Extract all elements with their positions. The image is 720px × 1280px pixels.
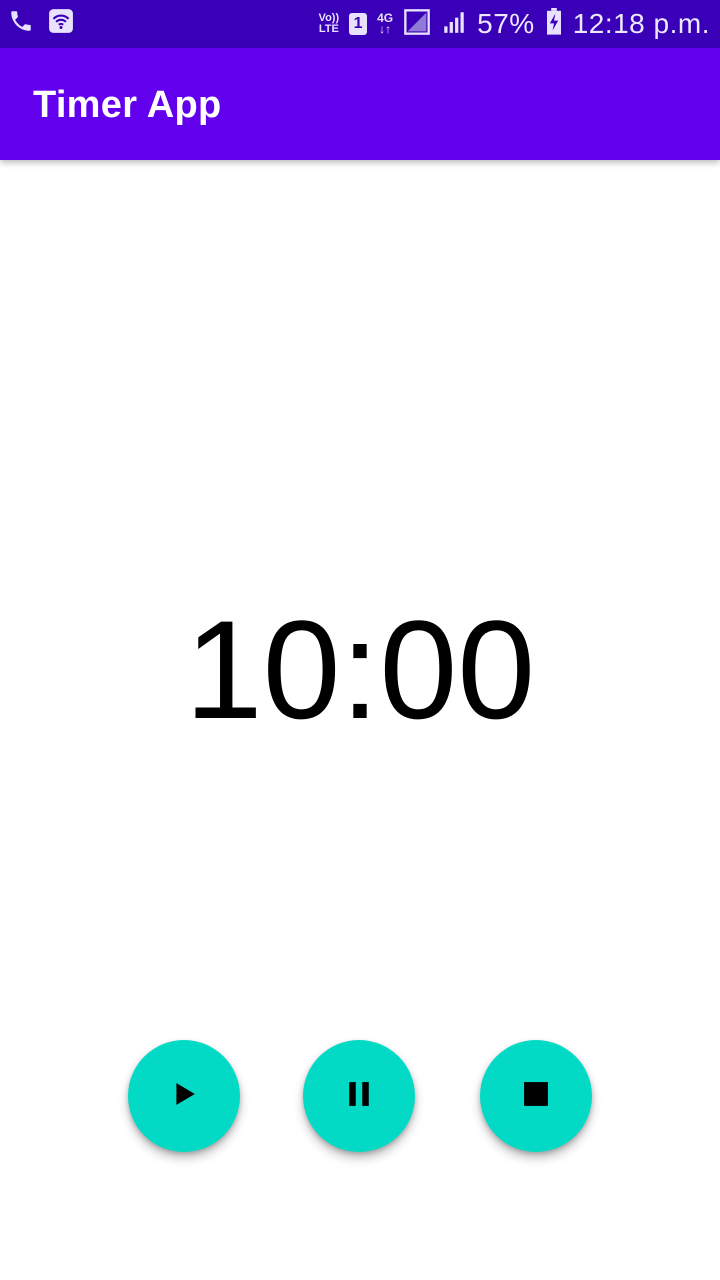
app-title: Timer App [33,84,222,126]
network-4g-icon: 4G ↓↑ [377,11,394,36]
signal-icon [441,9,467,40]
status-time: 12:18 p.m. [572,8,710,39]
status-bar-right: Vo)) LTE 1 4G ↓↑ 57% 12:18 p.m. [319,0,710,48]
play-icon [171,1081,197,1112]
stop-button[interactable] [480,1040,592,1152]
battery-percent: 57% [477,8,535,39]
status-bar-left [8,8,74,39]
pause-icon [346,1080,372,1113]
timer-display: 10:00 [184,591,536,748]
status-bar: Vo)) LTE 1 4G ↓↑ 57% 12:18 p.m. [0,0,720,48]
play-button[interactable] [128,1040,240,1152]
wifi-icon [48,8,74,39]
signal-empty-icon [403,8,431,41]
sim-icon: 1 [349,13,368,35]
phone-icon [8,8,34,39]
app-bar: Timer App [0,48,720,160]
stop-icon [523,1081,549,1112]
volte-icon: Vo)) LTE [318,12,340,35]
network-label: 4G [377,11,394,25]
battery-charging-icon [545,7,563,41]
pause-button[interactable] [303,1040,415,1152]
